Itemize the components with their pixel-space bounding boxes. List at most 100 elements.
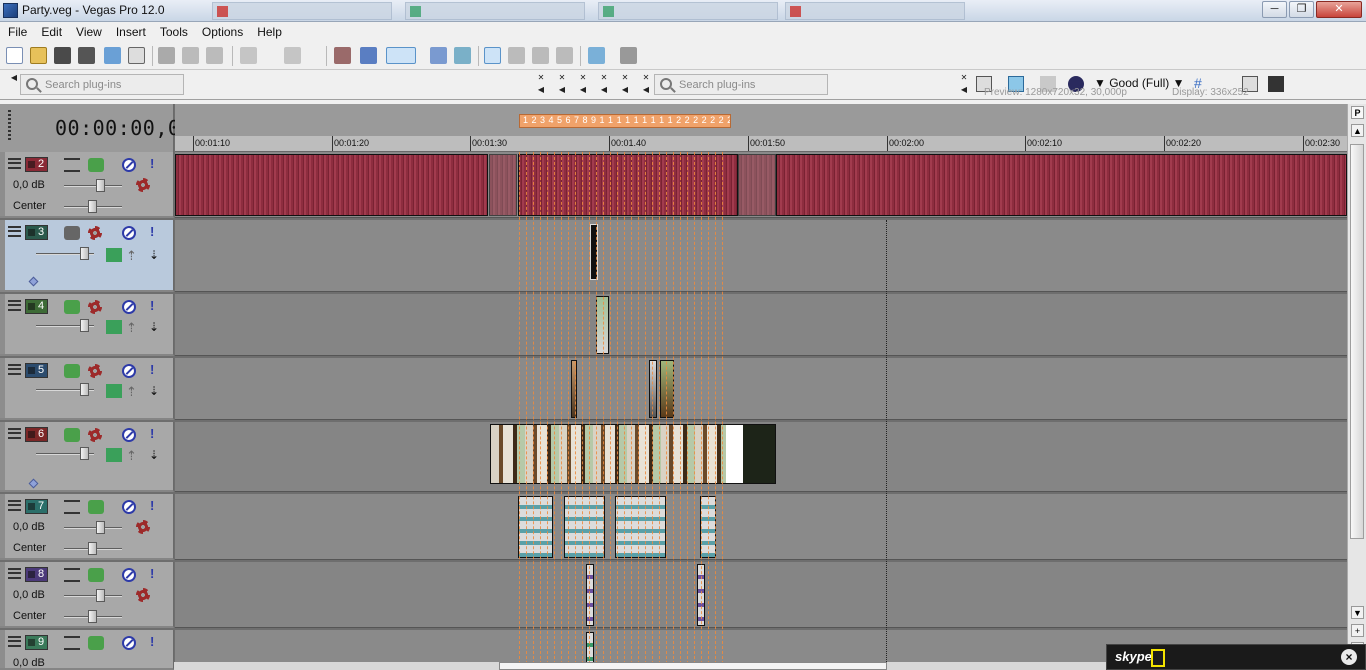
track-fx-icon[interactable] xyxy=(88,300,102,314)
scroll-up-icon[interactable]: ▲ xyxy=(1351,124,1364,137)
paste-icon[interactable] xyxy=(206,47,223,64)
track-lane-7[interactable] xyxy=(175,494,1347,560)
track-fx-icon[interactable] xyxy=(88,226,102,240)
menu-tools[interactable]: Tools xyxy=(152,22,194,39)
dock-nav-arrows[interactable]: ✕ ◀ xyxy=(535,72,547,98)
make-compositing-child-icon[interactable]: ⇣ xyxy=(149,448,159,462)
solo-icon[interactable]: ! xyxy=(150,298,154,313)
plugin-search-input-right[interactable]: Search plug-ins xyxy=(654,74,828,95)
motion-blur-icon[interactable] xyxy=(64,428,80,442)
vertical-scroll-thumb[interactable] xyxy=(1350,144,1364,539)
loop-region-bar[interactable]: 1 2 3 4 5 6 7 8 9 1 1 1 1 1 1 1 1 1 2 2 … xyxy=(519,114,731,128)
track-minimize-icon[interactable] xyxy=(8,428,21,439)
dock-nav-arrows[interactable]: ✕ ◀ xyxy=(640,72,652,98)
track-lane-2[interactable] xyxy=(175,152,1347,218)
track-minimize-icon[interactable] xyxy=(8,568,21,579)
video-clip[interactable] xyxy=(660,360,674,418)
snapping-icon[interactable] xyxy=(386,47,416,64)
close-button[interactable]: ✕ xyxy=(1316,1,1362,18)
solo-icon[interactable]: ! xyxy=(150,426,154,441)
pin-icon[interactable]: P xyxy=(1351,106,1364,119)
volume-slider-knob[interactable] xyxy=(96,179,105,192)
properties-icon[interactable] xyxy=(128,47,145,64)
menu-insert[interactable]: Insert xyxy=(108,22,152,39)
make-compositing-child-icon[interactable]: ⇣ xyxy=(149,320,159,334)
zoom-edit-tool-icon[interactable] xyxy=(556,47,573,64)
time-ruler[interactable]: 00:01:10 00:01:20 00:01:30 00:01.40 00:0… xyxy=(175,136,1347,152)
scroll-down-icon[interactable]: ▼ xyxy=(1351,606,1364,619)
audio-crossfade[interactable] xyxy=(738,154,776,216)
dock-nav-arrows[interactable]: ✕ ◀ xyxy=(598,72,610,98)
zoom-in-icon[interactable]: + xyxy=(1351,624,1364,637)
save-icon[interactable] xyxy=(54,47,71,64)
render-as-icon[interactable] xyxy=(104,47,121,64)
pan-slider-knob[interactable] xyxy=(88,610,97,623)
cut-icon[interactable] xyxy=(158,47,175,64)
track-fx-icon[interactable] xyxy=(136,520,150,534)
video-clip[interactable] xyxy=(571,360,577,418)
compositing-mode-icon[interactable] xyxy=(106,320,122,334)
track-header-3[interactable]: 3 ! ⇡ ⇣ xyxy=(0,220,174,292)
phase-icon[interactable] xyxy=(88,158,104,172)
mute-icon[interactable] xyxy=(122,636,136,650)
make-compositing-parent-icon[interactable]: ⇡ xyxy=(126,248,142,263)
keyframe-icon[interactable] xyxy=(28,276,39,287)
audio-crossfade[interactable] xyxy=(489,154,517,216)
plugin-search-input-left[interactable]: Search plug-ins xyxy=(20,74,184,95)
drag-grip[interactable] xyxy=(8,110,11,140)
track-lane-3[interactable] xyxy=(175,220,1347,292)
audio-clip[interactable] xyxy=(564,496,605,558)
solo-icon[interactable]: ! xyxy=(150,566,154,581)
menu-options[interactable]: Options xyxy=(194,22,249,39)
volume-slider-knob[interactable] xyxy=(96,521,105,534)
dock-nav-arrows[interactable]: ✕ ◀ xyxy=(619,72,631,98)
track-minimize-icon[interactable] xyxy=(8,300,21,311)
audio-clip[interactable] xyxy=(776,154,1347,216)
arm-record-icon[interactable] xyxy=(64,636,80,650)
selection-edit-tool-icon[interactable] xyxy=(532,47,549,64)
phase-icon[interactable] xyxy=(88,636,104,650)
track-header-6[interactable]: 6 ! ⇡ ⇣ xyxy=(0,422,174,492)
phase-icon[interactable] xyxy=(88,568,104,582)
redo-icon[interactable] xyxy=(284,47,301,64)
paint-icon[interactable] xyxy=(588,47,605,64)
track-fx-icon[interactable] xyxy=(88,428,102,442)
copy-icon[interactable] xyxy=(182,47,199,64)
compositing-mode-icon[interactable] xyxy=(106,384,122,398)
maximize-button[interactable]: ❐ xyxy=(1289,1,1314,18)
ignore-grouping-icon[interactable] xyxy=(454,47,471,64)
mute-icon[interactable] xyxy=(122,226,136,240)
make-compositing-child-icon[interactable]: ⇣ xyxy=(149,384,159,398)
audio-clip[interactable] xyxy=(175,154,488,216)
audio-clip[interactable] xyxy=(586,564,594,626)
track-minimize-icon[interactable] xyxy=(8,636,21,647)
lock-envelopes-icon[interactable] xyxy=(430,47,447,64)
solo-icon[interactable]: ! xyxy=(150,362,154,377)
solo-icon[interactable]: ! xyxy=(150,156,154,171)
dock-nav-arrows[interactable]: ✕ ◀ xyxy=(577,72,589,98)
solo-icon[interactable]: ! xyxy=(150,224,154,239)
make-compositing-child-icon[interactable]: ⇣ xyxy=(149,248,159,262)
motion-blur-icon[interactable] xyxy=(64,226,80,240)
marker-bar[interactable] xyxy=(175,104,1347,136)
mute-icon[interactable] xyxy=(122,500,136,514)
pan-slider-knob[interactable] xyxy=(88,200,97,213)
pan-slider-knob[interactable] xyxy=(88,542,97,555)
new-project-icon[interactable] xyxy=(6,47,23,64)
audio-clip[interactable] xyxy=(518,154,738,216)
track-minimize-icon[interactable] xyxy=(8,158,21,169)
track-lane-5[interactable] xyxy=(175,358,1347,420)
open-folder-icon[interactable] xyxy=(30,47,47,64)
track-header-4[interactable]: 4 ! ⇡ ⇣ xyxy=(0,294,174,356)
track-header-7[interactable]: 7 ! 0,0 dB Center xyxy=(0,494,174,560)
mute-icon[interactable] xyxy=(122,158,136,172)
track-fx-icon[interactable] xyxy=(136,178,150,192)
volume-slider[interactable] xyxy=(64,185,122,187)
make-compositing-parent-icon[interactable]: ⇡ xyxy=(126,448,142,463)
arm-record-icon[interactable] xyxy=(64,568,80,582)
mute-icon[interactable] xyxy=(122,568,136,582)
solo-icon[interactable]: ! xyxy=(150,634,154,649)
preview-close-icon[interactable]: ✕ ◀ xyxy=(958,72,970,98)
level-slider-knob[interactable] xyxy=(80,247,89,260)
track-lane-4[interactable] xyxy=(175,294,1347,356)
